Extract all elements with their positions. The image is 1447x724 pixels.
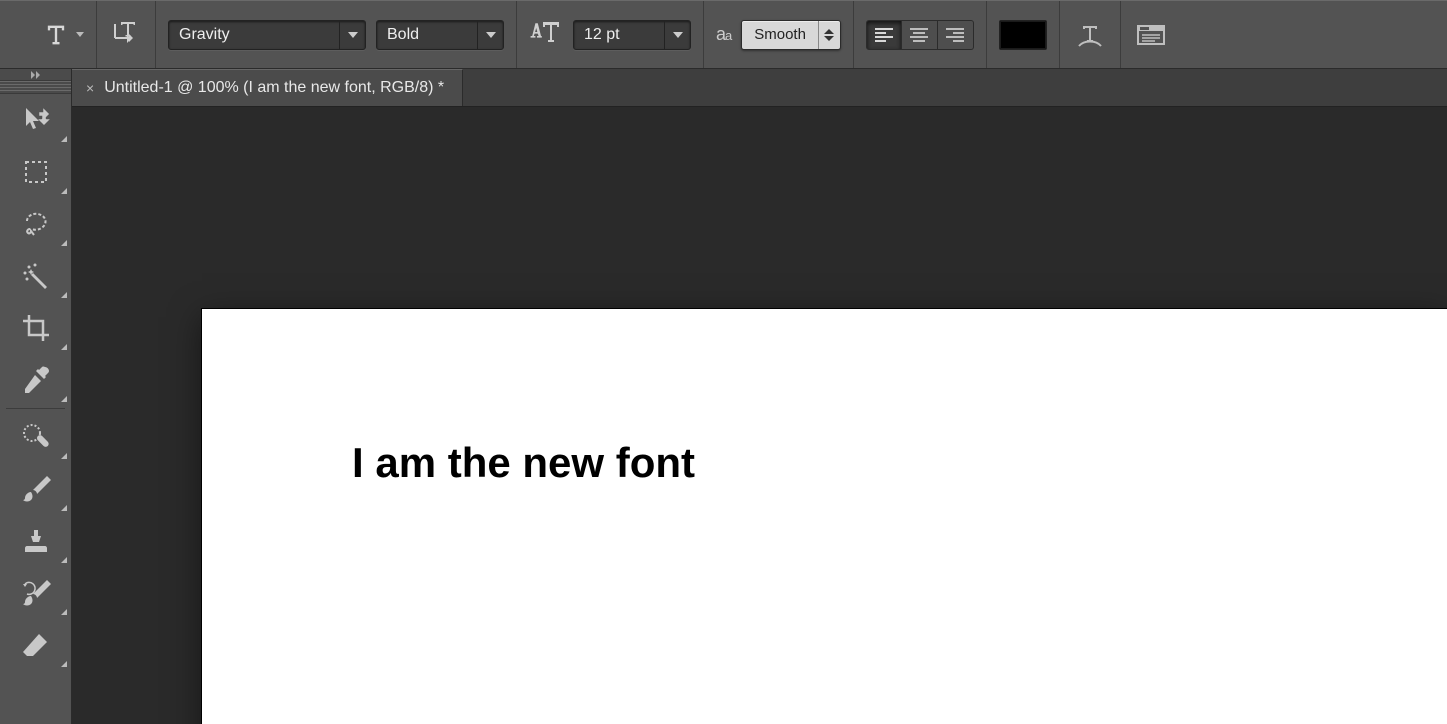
document-tab-bar: × Untitled-1 @ 100% (I am the new font, … (72, 69, 1447, 107)
warp-text-group (1060, 1, 1121, 68)
toolbox-expand-handle[interactable] (0, 69, 71, 81)
tools-panel (0, 69, 72, 724)
flyout-indicator-icon (61, 661, 67, 667)
text-align-group (854, 1, 987, 68)
font-weight-combo[interactable] (376, 20, 504, 50)
document-tab[interactable]: × Untitled-1 @ 100% (I am the new font, … (72, 69, 463, 106)
flyout-indicator-icon (61, 344, 67, 350)
close-tab-button[interactable]: × (86, 81, 94, 95)
healing-brush-icon (21, 422, 51, 452)
anti-alias-stepper-arrows[interactable] (818, 21, 840, 49)
magic-wand-icon (21, 261, 51, 291)
flyout-indicator-icon (61, 505, 67, 511)
anti-alias-group: aa Smooth (704, 1, 854, 68)
flyout-indicator-icon (61, 188, 67, 194)
brush-tool[interactable] (0, 463, 71, 515)
toolbox-divider (6, 408, 65, 409)
font-weight-dropdown-button[interactable] (477, 21, 503, 49)
text-orientation-icon (109, 18, 143, 52)
font-size-combo[interactable] (573, 20, 691, 50)
chevron-down-icon (486, 32, 496, 38)
flyout-indicator-icon (61, 609, 67, 615)
chevron-down-icon (76, 32, 84, 37)
panel-icon (1137, 23, 1165, 47)
marquee-icon (22, 158, 50, 186)
chevron-down-icon (824, 36, 834, 41)
anti-alias-icon: aa (716, 24, 731, 45)
font-family-combo[interactable] (168, 20, 366, 50)
lasso-icon (21, 209, 51, 239)
crop-icon (21, 313, 51, 343)
type-tool-icon (42, 21, 70, 49)
text-orientation-toggle[interactable] (109, 18, 143, 52)
flyout-indicator-icon (61, 453, 67, 459)
document-area: × Untitled-1 @ 100% (I am the new font, … (72, 69, 1447, 724)
align-center-button[interactable] (902, 20, 938, 50)
eraser-icon (21, 630, 51, 660)
font-size-icon (529, 18, 563, 48)
text-layer[interactable]: I am the new font (352, 439, 695, 487)
font-family-input[interactable] (169, 21, 339, 49)
font-size-input[interactable] (574, 21, 664, 49)
flyout-indicator-icon (61, 292, 67, 298)
chevron-down-icon (673, 32, 683, 38)
tool-indicator-group (30, 1, 97, 68)
move-tool-icon (20, 104, 52, 136)
eyedropper-tool[interactable] (0, 354, 71, 406)
font-weight-input[interactable] (377, 21, 477, 49)
toolbox-drag-handle[interactable] (0, 81, 71, 94)
healing-brush-tool[interactable] (0, 411, 71, 463)
character-panel-toggle[interactable] (1133, 20, 1169, 50)
crop-tool[interactable] (0, 302, 71, 354)
history-brush-tool[interactable] (0, 567, 71, 619)
rectangular-marquee-tool[interactable] (0, 146, 71, 198)
active-tool-indicator[interactable] (42, 21, 84, 49)
font-family-dropdown-button[interactable] (339, 21, 365, 49)
text-color-group (987, 1, 1060, 68)
chevron-down-icon (348, 32, 358, 38)
clone-stamp-icon (21, 526, 51, 556)
font-size-dropdown-button[interactable] (664, 21, 690, 49)
canvas[interactable]: I am the new font (202, 309, 1447, 724)
anti-alias-stepper[interactable]: Smooth (741, 20, 841, 50)
eraser-tool[interactable] (0, 619, 71, 671)
align-center-icon (909, 27, 929, 43)
magic-wand-tool[interactable] (0, 250, 71, 302)
lasso-tool[interactable] (0, 198, 71, 250)
align-left-icon (874, 27, 894, 43)
font-family-group (156, 1, 517, 68)
align-right-icon (945, 27, 965, 43)
chevron-up-icon (824, 29, 834, 34)
panel-toggle-group (1121, 1, 1181, 68)
text-color-swatch[interactable] (999, 20, 1047, 50)
warp-text-button[interactable] (1072, 20, 1108, 50)
text-orientation-group (97, 1, 156, 68)
flyout-indicator-icon (61, 396, 67, 402)
flyout-indicator-icon (61, 240, 67, 246)
warp-text-icon (1075, 20, 1105, 50)
flyout-indicator-icon (61, 557, 67, 563)
history-brush-icon (21, 578, 51, 608)
align-left-button[interactable] (866, 20, 902, 50)
font-size-scrubber[interactable] (529, 18, 563, 51)
document-tab-title: Untitled-1 @ 100% (I am the new font, RG… (104, 79, 444, 97)
align-right-button[interactable] (938, 20, 974, 50)
clone-stamp-tool[interactable] (0, 515, 71, 567)
anti-alias-value: Smooth (742, 26, 818, 43)
flyout-indicator-icon (61, 136, 67, 142)
brush-icon (21, 474, 51, 504)
eyedropper-icon (21, 365, 51, 395)
canvas-viewport[interactable]: I am the new font (72, 107, 1447, 724)
move-tool[interactable] (0, 94, 71, 146)
text-tool-options-bar: aa Smooth (0, 0, 1447, 69)
font-size-group (517, 1, 704, 68)
